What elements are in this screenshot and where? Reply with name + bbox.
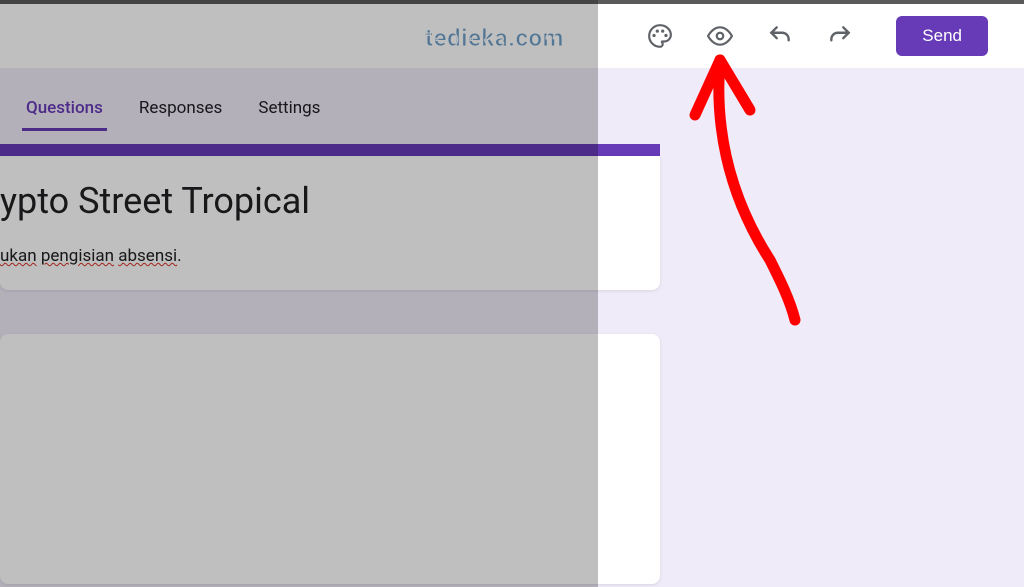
tab-settings[interactable]: Settings [254,88,324,131]
form-title[interactable]: ypto Street Tropical [0,180,660,222]
redo-button[interactable] [816,12,864,60]
palette-icon [647,23,673,49]
form-tabs: Questions Responses Settings [22,88,324,131]
desc-suffix: . [177,246,181,266]
question-card[interactable] [0,334,660,584]
redo-icon [827,23,853,49]
desc-word-1: pengisian [41,246,114,266]
undo-icon [767,23,793,49]
desc-word-0: ukan [0,246,37,266]
form-header-card[interactable]: ypto Street Tropical ukan pengisian abse… [0,156,660,290]
form-description[interactable]: ukan pengisian absensi. [0,246,660,266]
eye-icon [707,23,733,49]
customize-theme-button[interactable] [636,12,684,60]
tab-responses[interactable]: Responses [135,88,226,131]
undo-button[interactable] [756,12,804,60]
preview-button[interactable] [696,12,744,60]
tab-questions[interactable]: Questions [22,88,107,131]
form-accent-bar [0,144,660,156]
send-button[interactable]: Send [896,16,988,56]
desc-word-2: absensi [118,246,177,266]
watermark-text: tedieka.com [425,24,564,52]
